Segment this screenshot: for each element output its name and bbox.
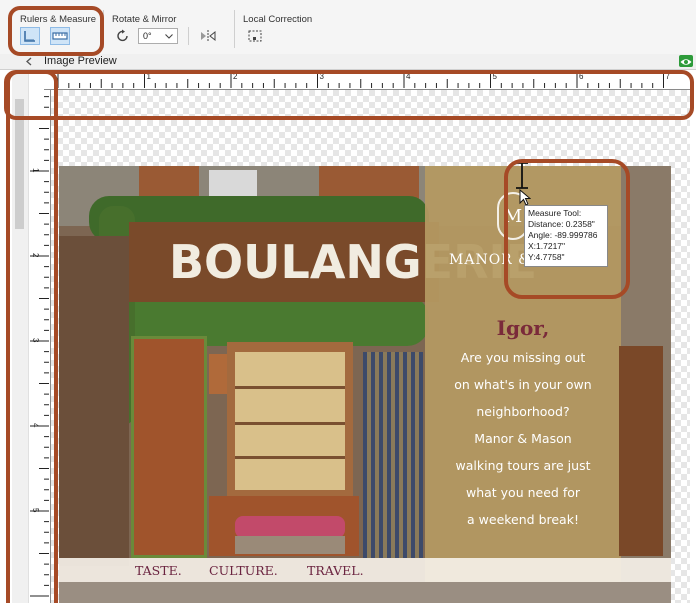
highlight-callout-vertical-ruler — [6, 70, 58, 603]
toolbar-separator — [234, 10, 235, 48]
right-door — [619, 346, 663, 556]
display-shelf — [235, 456, 345, 459]
rotate-mirror-group-label: Rotate & Mirror — [112, 14, 177, 25]
shop-window-display — [235, 352, 345, 490]
image-preview-header: Image Preview — [0, 54, 696, 70]
planter — [235, 536, 345, 554]
rotation-angle-value: 0° — [143, 31, 152, 41]
collapse-arrow-icon[interactable] — [25, 57, 33, 66]
mirror-button[interactable] — [198, 27, 218, 45]
local-correction-button[interactable] — [245, 27, 265, 45]
promo-line: neighborhood? — [476, 404, 570, 419]
local-correction-group-label: Local Correction — [243, 14, 313, 25]
toolbar: Rulers & Measure Rotate & Mirror 0° Loca… — [0, 0, 696, 55]
toolbar-separator — [188, 27, 189, 45]
street-pavement — [59, 582, 671, 603]
beaded-curtain-doorway — [363, 352, 423, 558]
rotation-angle-dropdown[interactable]: 0° — [138, 28, 178, 44]
promo-greeting: Igor, — [496, 316, 550, 340]
highlight-callout-measure-tooltip — [504, 159, 630, 299]
flip-horizontal-icon — [201, 30, 216, 42]
eye-icon — [680, 59, 692, 65]
footer-word: CULTURE. — [209, 563, 278, 578]
promo-line: on what's in your own — [454, 377, 592, 392]
highlight-callout-horizontal-ruler — [4, 70, 694, 120]
footer-word: TASTE. — [135, 563, 182, 578]
highlight-callout-toolbar — [8, 6, 104, 56]
promo-line: what you need for — [465, 485, 581, 500]
flower-box — [235, 516, 345, 538]
left-wall — [59, 236, 129, 566]
rotate-icon — [117, 29, 128, 42]
display-shelf — [235, 422, 345, 425]
preview-toggle-button[interactable] — [679, 55, 693, 67]
promo-line: Are you missing out — [460, 350, 586, 365]
promo-message: Are you missing out on what's in your ow… — [425, 344, 621, 533]
promo-line: Manor & Mason — [474, 431, 572, 446]
rotate-button[interactable] — [113, 27, 133, 45]
image-preview-title: Image Preview — [44, 55, 117, 67]
chevron-down-icon — [165, 34, 173, 39]
promo-line: walking tours are just — [455, 458, 591, 473]
footer-word: TRAVEL. — [307, 563, 364, 578]
selection-rectangle-icon — [248, 30, 262, 42]
promo-line: a weekend break! — [467, 512, 579, 527]
wooden-door — [131, 336, 207, 558]
display-shelf — [235, 386, 345, 389]
